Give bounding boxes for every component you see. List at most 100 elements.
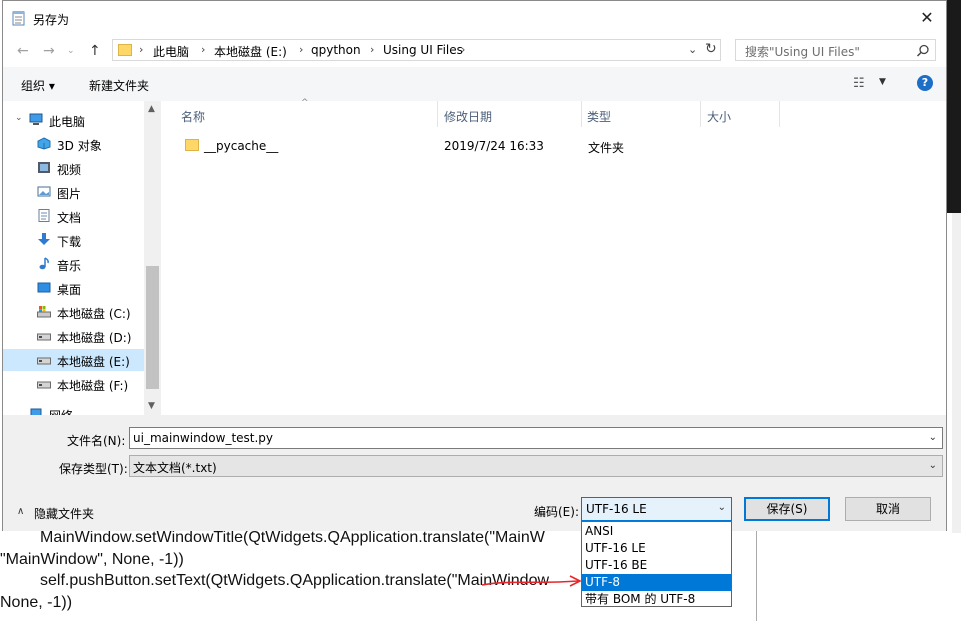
nav-item-label: 本地磁盘 (D:) (57, 331, 132, 345)
drive-icon (37, 333, 51, 341)
cancel-button[interactable]: 取消 (845, 497, 931, 521)
nav-item-music[interactable]: 音乐 (3, 253, 144, 275)
refresh-icon[interactable]: ↻ (705, 41, 717, 57)
breadcrumb-separator[interactable]: › (370, 43, 374, 56)
encoding-option-utf8[interactable]: UTF-8 (582, 574, 731, 591)
breadcrumb-this-pc[interactable]: 此电脑 (153, 43, 189, 60)
pictures-icon (37, 186, 51, 197)
nav-item-label: 文档 (57, 211, 82, 225)
nav-item-video[interactable]: 视频 (3, 157, 144, 179)
column-divider[interactable] (779, 101, 780, 127)
breadcrumb-drive-e[interactable]: 本地磁盘 (E:) (214, 43, 287, 60)
dialog-title: 另存为 (33, 13, 70, 27)
nav-item-label: 本地磁盘 (F:) (57, 379, 129, 393)
breadcrumb-separator[interactable]: › (299, 43, 303, 56)
folder-icon (185, 139, 199, 151)
encoding-option-ansi[interactable]: ANSI (582, 523, 731, 540)
chevron-down-icon[interactable]: ⌄ (718, 502, 726, 513)
nav-item-pictures[interactable]: 图片 (3, 181, 144, 203)
close-icon[interactable]: ✕ (915, 7, 939, 29)
back-arrow-icon[interactable]: ← (17, 43, 29, 59)
filename-input[interactable]: ui_mainwindow_test.py ⌄ (129, 427, 943, 449)
column-header-name[interactable]: 名称 (181, 108, 205, 125)
nav-item-drive-e[interactable]: 本地磁盘 (E:) (3, 349, 144, 371)
filename-value: ui_mainwindow_test.py (133, 431, 274, 445)
code-line: "MainWindow", None, -1)) (0, 551, 184, 568)
breadcrumb-separator[interactable]: › (461, 43, 465, 56)
nav-item-label: 图片 (57, 187, 82, 201)
nav-item-network[interactable]: 网络 (3, 403, 144, 415)
file-type: 文件夹 (588, 141, 625, 155)
nav-item-downloads[interactable]: 下载 (3, 229, 144, 251)
breadcrumb-using-ui-files[interactable]: Using UI Files (383, 43, 463, 57)
column-divider[interactable] (437, 101, 438, 127)
breadcrumb-separator[interactable]: › (139, 43, 143, 56)
column-divider[interactable] (581, 101, 582, 127)
address-history-chevron-icon[interactable]: ⌄ (688, 43, 697, 56)
nav-item-label: 桌面 (57, 283, 82, 297)
search-input[interactable]: 搜索"Using UI Files" (735, 39, 936, 61)
nav-item-label: 3D 对象 (57, 139, 102, 153)
background-divider (756, 520, 757, 621)
nav-item-drive-d[interactable]: 本地磁盘 (D:) (3, 325, 144, 347)
download-icon (38, 233, 50, 245)
nav-item-label: 本地磁盘 (C:) (57, 307, 131, 321)
video-icon (38, 162, 50, 173)
forward-arrow-icon[interactable]: → (43, 43, 55, 59)
scroll-up-icon[interactable]: ▲ (148, 104, 155, 114)
background-window-edge (952, 213, 961, 533)
nav-pane-scrollbar[interactable]: ▲ ▼ (144, 101, 161, 415)
chevron-up-icon[interactable]: ∧ (17, 506, 24, 517)
up-arrow-icon[interactable]: ↑ (89, 43, 101, 59)
nav-item-this-pc[interactable]: ⌄ 此电脑 (3, 109, 144, 131)
folder-icon (118, 44, 132, 56)
drive-icon (37, 381, 51, 389)
title-bar[interactable]: 另存为 ✕ (3, 1, 946, 35)
hide-folders-toggle[interactable]: 隐藏文件夹 (34, 505, 94, 522)
breadcrumb-qpython[interactable]: qpython (311, 43, 361, 57)
save-button[interactable]: 保存(S) (744, 497, 830, 521)
sort-ascending-icon: ^ (301, 98, 309, 108)
network-icon (30, 408, 42, 415)
encoding-option-utf16le[interactable]: UTF-16 LE (582, 540, 731, 557)
new-folder-button[interactable]: 新建文件夹 (89, 77, 149, 94)
view-options-icon[interactable]: ☷ (853, 76, 865, 91)
view-options-dropdown-icon[interactable]: ▼ (879, 77, 886, 87)
nav-item-label: 音乐 (57, 259, 82, 273)
scrollbar-thumb[interactable] (146, 266, 159, 389)
nav-item-label: 视频 (57, 163, 82, 177)
nav-item-label: 此电脑 (49, 115, 86, 129)
nav-item-drive-c[interactable]: 本地磁盘 (C:) (3, 301, 144, 323)
column-header-type[interactable]: 类型 (587, 108, 611, 125)
column-divider[interactable] (700, 101, 701, 127)
filetype-select[interactable]: 文本文档(*.txt) ⌄ (129, 455, 943, 477)
encoding-option-utf8-bom[interactable]: 带有 BOM 的 UTF-8 (582, 591, 731, 608)
address-bar[interactable]: › 此电脑 › 本地磁盘 (E:) › qpython › Using UI F… (112, 39, 721, 61)
column-header-modified[interactable]: 修改日期 (444, 108, 492, 125)
breadcrumb-separator[interactable]: › (201, 43, 205, 56)
nav-item-desktop[interactable]: 桌面 (3, 277, 144, 299)
recent-locations-chevron-icon[interactable]: ⌄ (67, 46, 75, 56)
search-icon[interactable] (916, 44, 930, 58)
nav-item-documents[interactable]: 文档 (3, 205, 144, 227)
encoding-select[interactable]: UTF-16 LE ⌄ (581, 497, 732, 521)
scroll-down-icon[interactable]: ▼ (148, 401, 155, 411)
notepad-icon (12, 11, 25, 26)
navigation-bar: ← → ⌄ ↑ › 此电脑 › 本地磁盘 (E:) › qpython › Us… (3, 35, 946, 67)
encoding-option-utf16be[interactable]: UTF-16 BE (582, 557, 731, 574)
file-modified: 2019/7/24 16:33 (444, 139, 544, 153)
organize-button[interactable]: 组织 ▾ (21, 77, 55, 94)
chevron-down-icon[interactable]: ⌄ (929, 432, 937, 443)
filename-label: 文件名(N): (67, 434, 126, 448)
search-placeholder: 搜索"Using UI Files" (745, 45, 860, 59)
encoding-value: UTF-16 LE (586, 502, 647, 516)
help-icon[interactable]: ? (917, 75, 933, 91)
column-header-size[interactable]: 大小 (707, 108, 731, 125)
nav-item-3d-objects[interactable]: 3D 对象 (3, 133, 144, 155)
drive-icon (37, 357, 51, 365)
drive-icon (37, 306, 51, 318)
collapse-chevron-icon[interactable]: ⌄ (15, 113, 23, 123)
file-row[interactable]: __pycache__ 2019/7/24 16:33 文件夹 (171, 135, 931, 157)
nav-item-drive-f[interactable]: 本地磁盘 (F:) (3, 373, 144, 395)
chevron-down-icon[interactable]: ⌄ (929, 460, 937, 471)
